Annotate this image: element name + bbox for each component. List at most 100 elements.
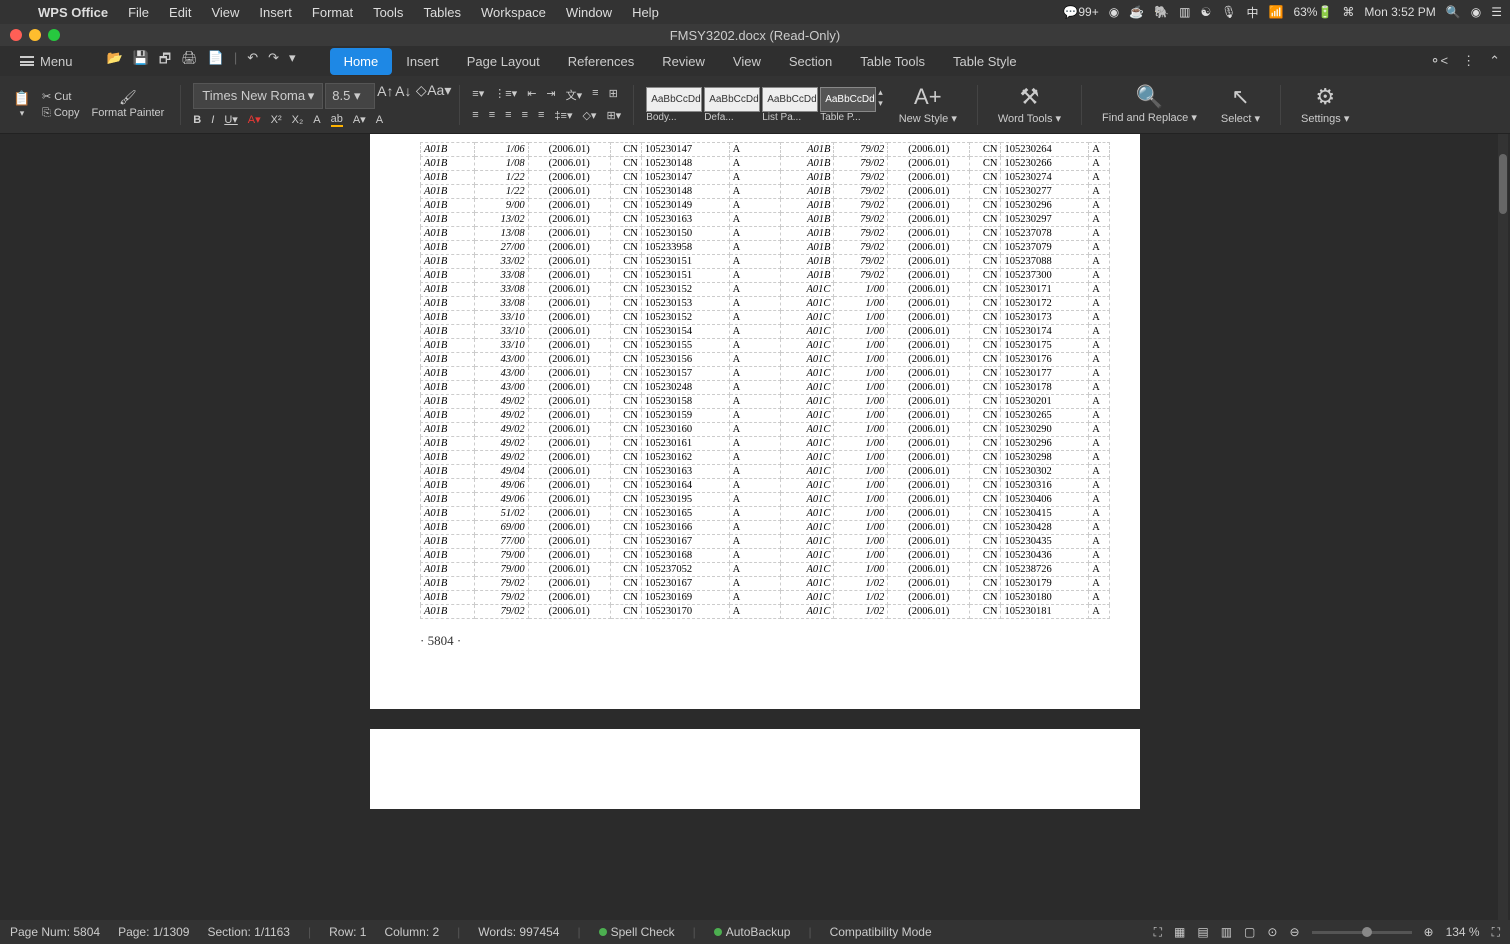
word-tools-button[interactable]: ⚒Word Tools ▾ <box>990 84 1069 125</box>
table-row[interactable]: A01B33/08(2006.01)CN105230151AA01B79/02(… <box>421 269 1110 283</box>
menu-workspace[interactable]: Workspace <box>471 5 556 20</box>
redo-icon[interactable]: ↷ <box>268 50 279 72</box>
spotlight-icon[interactable]: 🔍 <box>1446 5 1461 19</box>
app-name[interactable]: WPS Office <box>28 5 118 20</box>
zoom-value[interactable]: 134 % <box>1446 925 1480 939</box>
table-row[interactable]: A01B1/08(2006.01)CN105230148AA01B79/02(2… <box>421 157 1110 171</box>
open-icon[interactable]: 📂 <box>107 50 123 72</box>
table-button[interactable]: ⊞ <box>609 87 618 103</box>
more-icon[interactable]: ⋮ <box>1462 53 1475 69</box>
bold-button[interactable]: B <box>193 114 201 126</box>
undo-icon[interactable]: ↶ <box>247 50 258 72</box>
shading-button[interactable]: ◇▾ <box>582 109 596 122</box>
highlight-button[interactable]: A▾ <box>353 113 366 126</box>
table-row[interactable]: A01B43/00(2006.01)CN105230156AA01C1/00(2… <box>421 353 1110 367</box>
document-page[interactable]: A01B1/06(2006.01)CN105230147AA01B79/02(2… <box>370 134 1140 709</box>
numbering-button[interactable]: ⋮≡▾ <box>494 87 517 103</box>
ime-icon[interactable]: 中 <box>1246 4 1258 21</box>
status-autobackup[interactable]: AutoBackup <box>714 925 791 939</box>
zoom-slider[interactable] <box>1312 931 1412 934</box>
menu-help[interactable]: Help <box>622 5 669 20</box>
vertical-scrollbar[interactable] <box>1498 134 1508 920</box>
adobe-cc-icon[interactable]: ◉ <box>1109 5 1119 19</box>
table-row[interactable]: A01B51/02(2006.01)CN105230165AA01C1/00(2… <box>421 507 1110 521</box>
wechat-icon[interactable]: 💬 99+ <box>1063 5 1098 19</box>
zoom-out-icon[interactable]: ⊖ <box>1289 925 1299 939</box>
clock[interactable]: Mon 3:52 PM <box>1364 5 1435 19</box>
web-layout-icon[interactable]: ▥ <box>1221 925 1232 939</box>
tab-home[interactable]: Home <box>330 48 393 75</box>
table-row[interactable]: A01B33/08(2006.01)CN105230152AA01C1/00(2… <box>421 283 1110 297</box>
table-row[interactable]: A01B43/00(2006.01)CN105230157AA01C1/00(2… <box>421 367 1110 381</box>
table-row[interactable]: A01B49/02(2006.01)CN105230160AA01C1/00(2… <box>421 423 1110 437</box>
font-color-button[interactable]: A▾ <box>248 113 261 126</box>
table-row[interactable]: A01B49/04(2006.01)CN105230163AA01C1/00(2… <box>421 465 1110 479</box>
table-row[interactable]: A01B79/02(2006.01)CN105230167AA01C1/02(2… <box>421 577 1110 591</box>
display-icon[interactable]: ▥ <box>1179 5 1190 19</box>
tab-section[interactable]: Section <box>775 48 846 75</box>
menu-format[interactable]: Format <box>302 5 363 20</box>
status-page-num[interactable]: Page Num: 5804 <box>10 925 100 939</box>
table-row[interactable]: A01B69/00(2006.01)CN105230166AA01C1/00(2… <box>421 521 1110 535</box>
save-icon[interactable]: 💾 <box>133 50 149 72</box>
style-list[interactable]: AaBbCcDdList Pa... <box>762 87 818 123</box>
find-replace-button[interactable]: 🔍Find and Replace ▾ <box>1094 84 1205 124</box>
tab-insert[interactable]: Insert <box>392 48 453 75</box>
tab-table-style[interactable]: Table Style <box>939 48 1031 75</box>
tab-page-layout[interactable]: Page Layout <box>453 48 554 75</box>
table-row[interactable]: A01B79/02(2006.01)CN105230170AA01C1/02(2… <box>421 605 1110 619</box>
table-row[interactable]: A01B49/02(2006.01)CN105230159AA01C1/00(2… <box>421 409 1110 423</box>
tray-icon[interactable]: ☕ <box>1129 5 1144 19</box>
tab-review[interactable]: Review <box>648 48 719 75</box>
align-text-button[interactable]: ≡ <box>592 87 598 103</box>
font-size-select[interactable]: 8.5 ▾ <box>325 83 375 109</box>
table-row[interactable]: A01B79/02(2006.01)CN105230169AA01C1/02(2… <box>421 591 1110 605</box>
table-row[interactable]: A01B77/00(2006.01)CN105230167AA01C1/00(2… <box>421 535 1110 549</box>
table-row[interactable]: A01B79/00(2006.01)CN105230168AA01C1/00(2… <box>421 549 1110 563</box>
table-row[interactable]: A01B49/02(2006.01)CN105230158AA01C1/00(2… <box>421 395 1110 409</box>
table-row[interactable]: A01B9/00(2006.01)CN105230149AA01B79/02(2… <box>421 199 1110 213</box>
settings-button[interactable]: ⚙Settings ▾ <box>1293 84 1357 125</box>
copy-button[interactable]: ⎘ Copy <box>42 107 80 120</box>
strikethrough-button[interactable]: ab <box>331 113 343 127</box>
status-compat[interactable]: Compatibility Mode <box>830 925 932 939</box>
font-family-select[interactable]: Times New Roma▾ <box>193 83 323 109</box>
table-row[interactable]: A01B1/22(2006.01)CN105230148AA01B79/02(2… <box>421 185 1110 199</box>
siri-icon[interactable]: ◉ <box>1471 5 1481 19</box>
table-row[interactable]: A01B49/02(2006.01)CN105230162AA01C1/00(2… <box>421 451 1110 465</box>
table-row[interactable]: A01B1/22(2006.01)CN105230147AA01B79/02(2… <box>421 171 1110 185</box>
reading-layout-icon[interactable]: ▢ <box>1244 925 1255 939</box>
table-row[interactable]: A01B13/08(2006.01)CN105230150AA01B79/02(… <box>421 227 1110 241</box>
tab-view[interactable]: View <box>719 48 775 75</box>
increase-indent-button[interactable]: ⇥ <box>546 87 555 103</box>
table-row[interactable]: A01B79/00(2006.01)CN105237052AA01C1/00(2… <box>421 563 1110 577</box>
style-gallery-scroll[interactable]: ▴▾ <box>878 87 883 109</box>
tab-references[interactable]: References <box>554 48 648 75</box>
wifi-icon[interactable]: 📶 <box>1268 5 1283 19</box>
print-icon[interactable]: 🖨 <box>181 50 198 72</box>
style-body[interactable]: AaBbCcDdBody... <box>646 87 702 123</box>
table-row[interactable]: A01B33/10(2006.01)CN105230154AA01C1/00(2… <box>421 325 1110 339</box>
subscript-button[interactable]: X₂ <box>292 114 304 126</box>
line-spacing-button[interactable]: ‡≡▾ <box>554 109 572 122</box>
justify-button[interactable]: ≡ <box>522 109 528 122</box>
table-row[interactable]: A01B43/00(2006.01)CN105230248AA01C1/00(2… <box>421 381 1110 395</box>
quick-print-icon[interactable]: 📄 <box>208 50 224 72</box>
new-style-button[interactable]: A+New Style ▾ <box>891 84 965 125</box>
battery-icon[interactable]: 63% 🔋 <box>1293 5 1332 19</box>
table-row[interactable]: A01B13/02(2006.01)CN105230163AA01B79/02(… <box>421 213 1110 227</box>
table-row[interactable]: A01B49/02(2006.01)CN105230161AA01C1/00(2… <box>421 437 1110 451</box>
zoom-in-icon[interactable]: ⊕ <box>1424 925 1434 939</box>
select-button[interactable]: ↖Select ▾ <box>1213 84 1268 125</box>
underline-button[interactable]: U▾ <box>224 113 237 126</box>
fit-width-icon[interactable]: ⛶ <box>1154 925 1162 940</box>
app-switcher-icon[interactable]: ⌘ <box>1342 5 1354 19</box>
sync-icon[interactable]: ☯ <box>1200 5 1211 19</box>
align-center-button[interactable]: ≡ <box>489 109 495 122</box>
notification-center-icon[interactable]: ☰ <box>1491 5 1502 19</box>
change-case-icon[interactable]: Aa▾ <box>431 83 447 99</box>
mic-icon[interactable]: 🎙 <box>1221 5 1236 19</box>
menu-edit[interactable]: Edit <box>159 5 201 20</box>
document-table[interactable]: A01B1/06(2006.01)CN105230147AA01B79/02(2… <box>420 142 1110 619</box>
status-spell-check[interactable]: Spell Check <box>599 925 675 939</box>
